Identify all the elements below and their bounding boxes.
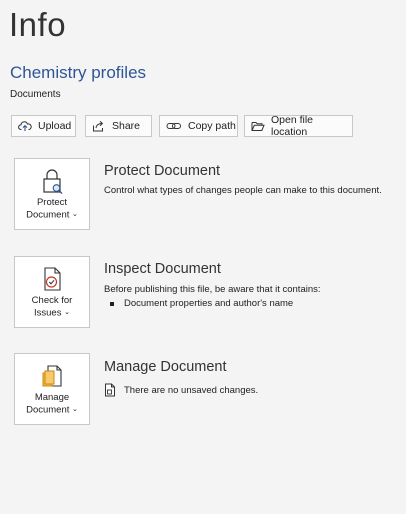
upload-label: Upload (38, 120, 72, 132)
cloud-upload-icon (18, 121, 32, 131)
share-label: Share (112, 120, 141, 132)
inspect-document-description: Before publishing this file, be aware th… (104, 284, 321, 295)
chevron-down-icon: ⌄ (72, 406, 78, 413)
inspect-item-label: Document properties and author's name (124, 298, 294, 309)
protect-document-label: Protect Document ⌄ (15, 197, 89, 222)
check-for-issues-label: Check for Issues ⌄ (15, 295, 89, 320)
manage-document-label: Manage Document ⌄ (15, 392, 89, 417)
check-for-issues-button[interactable]: Check for Issues ⌄ (14, 256, 90, 328)
unsaved-changes-status: There are no unsaved changes. (104, 383, 258, 397)
inspect-label-line1: Check for (31, 295, 73, 306)
folder-icon (251, 122, 265, 131)
document-icon (105, 383, 115, 397)
upload-button[interactable]: Upload (11, 115, 76, 137)
open-file-location-label: Open file location (271, 114, 314, 138)
link-icon (166, 123, 181, 129)
inspect-label-line2: Issues (34, 307, 62, 319)
copy-path-label: Copy path (188, 120, 236, 132)
manage-document-heading: Manage Document (104, 359, 227, 375)
manage-document-icon (42, 365, 62, 387)
document-name: Chemistry profiles (10, 63, 147, 82)
status-text: There are no unsaved changes. (124, 384, 259, 396)
manage-label-line2: Document (26, 404, 70, 416)
lock-icon (43, 169, 63, 194)
protect-document-description: Control what types of changes people can… (104, 185, 382, 196)
document-location: Documents (10, 89, 61, 100)
chevron-down-icon: ⌄ (64, 309, 70, 316)
info-backstage-page: Info Chemistry profiles Documents Upload… (0, 0, 406, 514)
protect-label-line2: Document (26, 209, 70, 221)
page-title: Info (9, 6, 67, 43)
bullet-icon (110, 301, 114, 306)
copy-path-button[interactable]: Copy path (159, 115, 238, 137)
inspect-document-heading: Inspect Document (104, 261, 221, 277)
manage-label-line1: Manage (34, 392, 70, 403)
manage-document-button[interactable]: Manage Document ⌄ (14, 353, 90, 425)
list-item: Document properties and author's name (110, 298, 293, 309)
share-icon (93, 120, 104, 132)
share-button[interactable]: Share (85, 115, 152, 137)
open-file-location-button[interactable]: Open file location (244, 114, 353, 138)
check-document-icon (44, 267, 61, 291)
protect-document-button[interactable]: Protect Document ⌄ (14, 158, 90, 230)
chevron-down-icon: ⌄ (72, 211, 78, 218)
protect-label-line1: Protect (36, 197, 68, 208)
protect-document-heading: Protect Document (104, 163, 221, 179)
